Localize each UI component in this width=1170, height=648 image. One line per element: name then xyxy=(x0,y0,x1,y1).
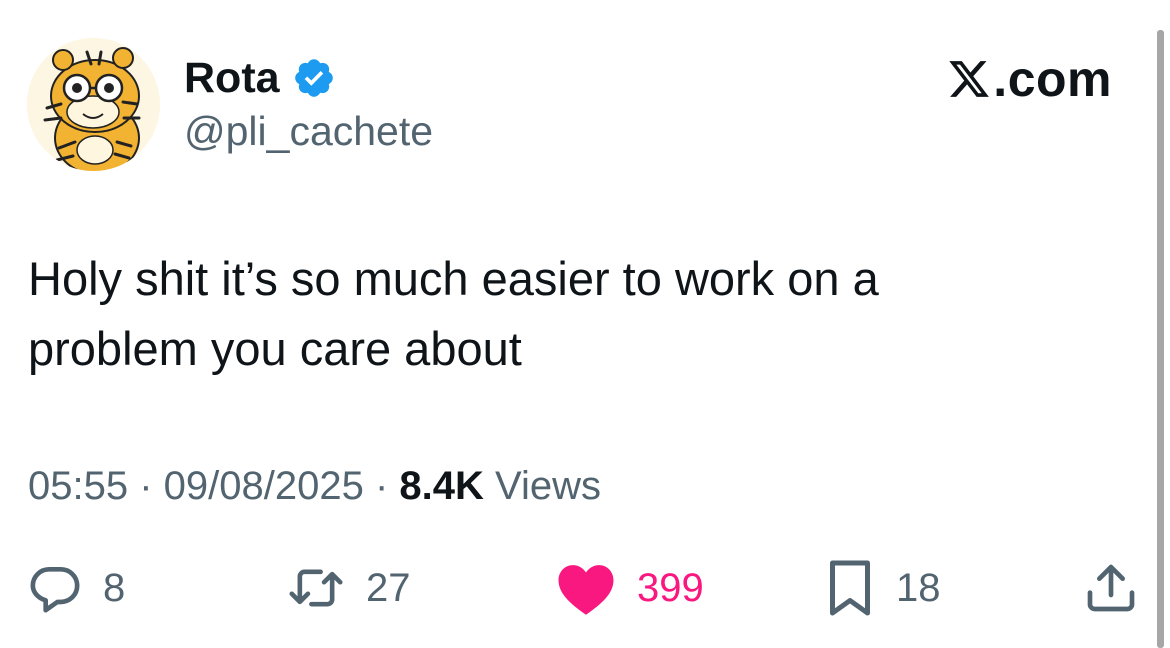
display-name[interactable]: Rota xyxy=(184,52,280,104)
bookmark-button[interactable]: 18 xyxy=(824,560,941,616)
tweet-date[interactable]: 09/08/2025 xyxy=(164,464,364,508)
avatar[interactable] xyxy=(27,38,160,171)
retweet-count: 27 xyxy=(366,566,411,610)
retweet-button[interactable]: 27 xyxy=(286,560,411,616)
share-button[interactable] xyxy=(1083,560,1139,616)
tiger-avatar-image xyxy=(27,38,160,171)
meta-separator: · xyxy=(363,464,400,508)
verified-badge-icon xyxy=(295,59,333,97)
bookmark-icon xyxy=(830,560,870,616)
x-logo-icon xyxy=(949,61,990,97)
tweet-meta: 05:55 · 09/08/2025 · 8.4K Views xyxy=(28,462,601,510)
share-icon xyxy=(1087,564,1135,612)
heart-icon xyxy=(558,565,614,615)
reply-icon xyxy=(30,567,80,613)
bookmark-count: 18 xyxy=(896,566,941,610)
tweet-time[interactable]: 05:55 xyxy=(28,464,128,508)
user-handle[interactable]: @pli_cachete xyxy=(184,106,433,156)
like-button[interactable]: 399 xyxy=(555,560,704,616)
tweet-text: Holy shit it’s so much easier to work on… xyxy=(28,252,879,375)
x-brand[interactable]: .com xyxy=(947,50,1112,108)
views-count[interactable]: 8.4K xyxy=(399,464,484,508)
brand-domain: .com xyxy=(993,51,1112,107)
meta-separator: · xyxy=(128,464,164,508)
views-label: Views xyxy=(483,464,601,508)
retweet-icon xyxy=(289,569,343,607)
reply-count: 8 xyxy=(103,566,126,610)
scrollbar[interactable] xyxy=(1157,30,1164,648)
like-count: 399 xyxy=(637,566,704,610)
reply-button[interactable]: 8 xyxy=(27,560,125,616)
